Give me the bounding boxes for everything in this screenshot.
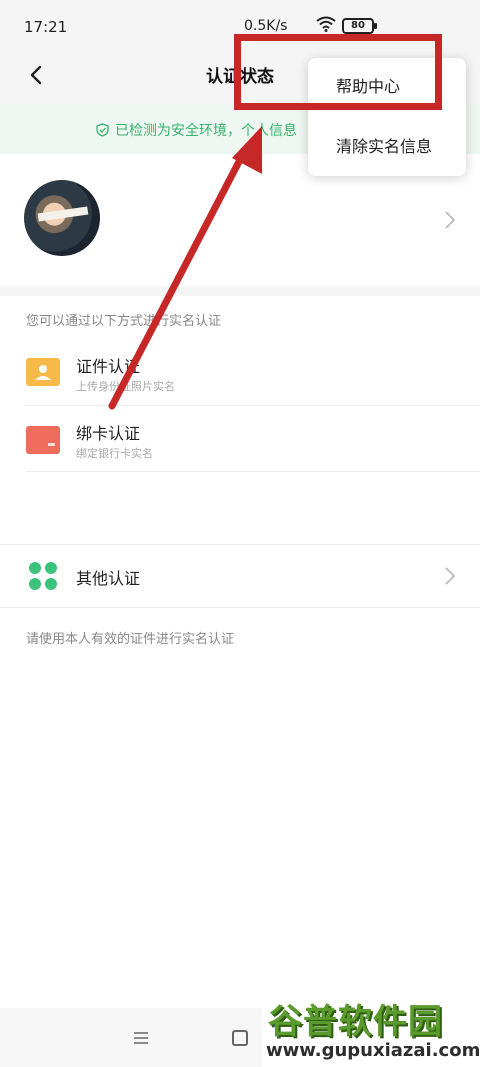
footer-hint: 请使用本人有效的证件进行实名认证 xyxy=(26,632,235,647)
id-card-icon xyxy=(26,358,60,386)
bank-card-icon xyxy=(26,426,60,454)
battery-icon: 80 xyxy=(342,18,377,34)
avatar xyxy=(24,180,100,256)
watermark: 谷普软件园 www.gupuxiazai.com xyxy=(262,990,480,1067)
row-divider xyxy=(26,471,480,472)
watermark-logo: 谷普软件园 xyxy=(268,1002,443,1042)
annotation-highlight-box xyxy=(234,34,442,110)
method-subtitle: 上传身份证照片实名 xyxy=(76,380,175,393)
notice-text: 已检测为安全环境，个人信息 xyxy=(115,123,297,139)
chevron-right-icon xyxy=(445,211,456,229)
method-title: 证件认证 xyxy=(76,357,141,376)
menu-icon[interactable] xyxy=(132,1030,150,1046)
id-certification-row[interactable]: 证件认证 上传身份证照片实名 xyxy=(0,340,480,406)
wifi-icon xyxy=(316,16,336,32)
method-subtitle: 绑定银行卡实名 xyxy=(76,447,153,460)
shield-check-icon xyxy=(96,123,109,137)
grid-dots-icon xyxy=(29,562,57,590)
home-icon[interactable] xyxy=(232,1030,248,1046)
methods-hint: 您可以通过以下方式进行实名认证 xyxy=(26,314,222,329)
other-title: 其他认证 xyxy=(76,569,141,588)
other-certification-row[interactable]: 其他认证 xyxy=(0,544,480,608)
menu-item-clear-real-name[interactable]: 清除实名信息 xyxy=(308,118,466,176)
method-title: 绑卡认证 xyxy=(76,424,141,443)
section-divider xyxy=(0,286,480,296)
watermark-url: www.gupuxiazai.com xyxy=(266,1040,480,1061)
bank-card-certification-row[interactable]: 绑卡认证 绑定银行卡实名 xyxy=(0,406,480,472)
status-time: 17:21 xyxy=(24,18,68,36)
battery-level: 80 xyxy=(351,20,365,31)
network-speed: 0.5K/s xyxy=(244,18,288,34)
chevron-right-icon xyxy=(445,567,456,585)
